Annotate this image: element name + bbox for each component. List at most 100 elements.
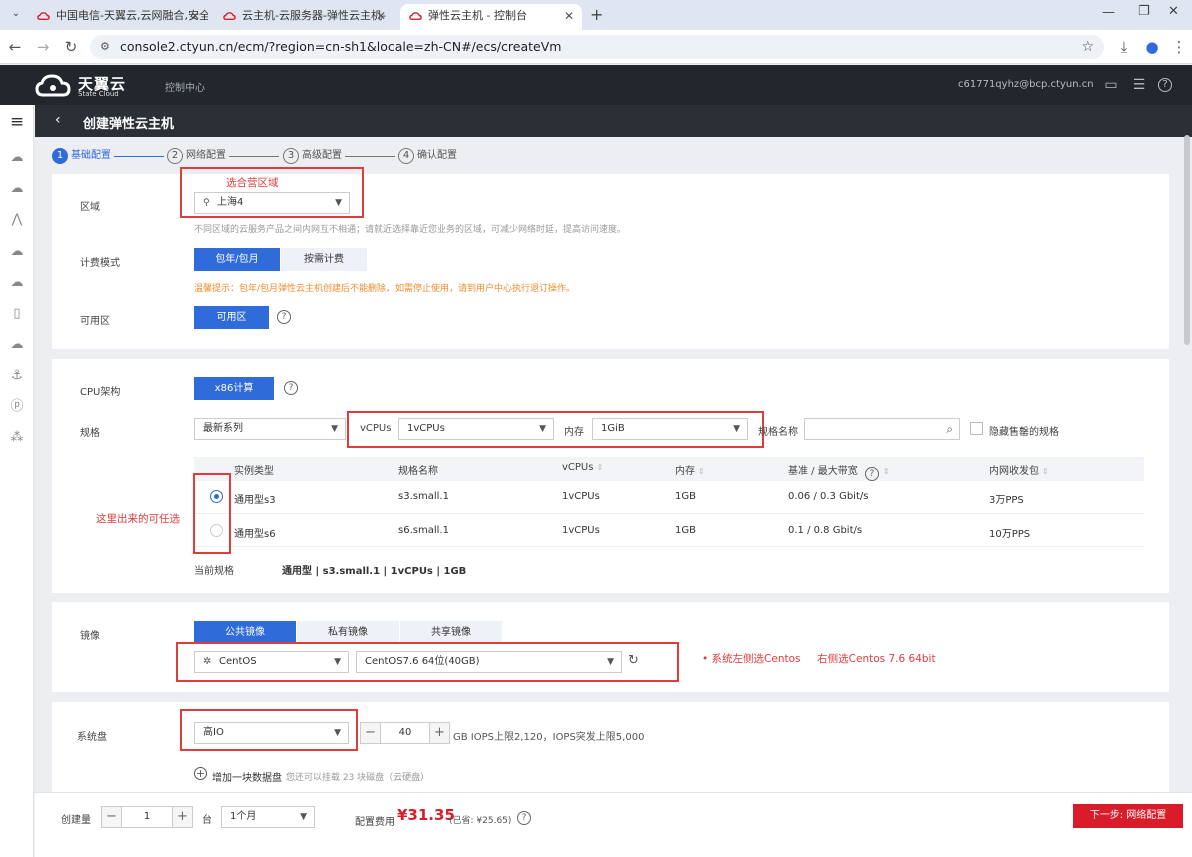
ctyun-logo-icon[interactable] (35, 73, 75, 99)
forward-arrow-icon[interactable]: → (32, 36, 54, 58)
cloud-icon[interactable]: ☁ (8, 243, 26, 261)
close-tab-icon[interactable]: ✕ (376, 4, 386, 28)
step-connector (229, 156, 279, 157)
menu-dots-icon[interactable]: ⋮ (1168, 36, 1190, 58)
browser-address-bar: ← → ↻ ⚙ console2.ctyun.cn/ecm/?region=cn… (0, 30, 1192, 64)
add-data-disk-link[interactable]: 增加一块数据盘 (212, 769, 282, 784)
cloud-server-icon[interactable]: ☁ (8, 149, 26, 167)
url-text: console2.ctyun.cn/ecm/?region=cn-sh1&loc… (120, 39, 562, 54)
spec-name-input[interactable]: ⌕ (804, 418, 960, 440)
billing-ondemand-button[interactable]: 按需计费 (281, 248, 367, 271)
left-nav-rail: ≡ ☁ ☁ ⋀ ☁ ☁ ▯ ☁ ⚓ ⓟ ⁂ (0, 105, 34, 857)
series-select[interactable]: 最新系列 ▼ (194, 418, 346, 440)
search-icon[interactable]: ⌕ (946, 419, 953, 439)
disk-size-stepper[interactable]: − 40 + (360, 722, 450, 744)
restore-icon[interactable]: ❐ (1138, 4, 1150, 19)
back-arrow-icon[interactable]: ← (4, 36, 26, 58)
col-memory-label: 内存 (675, 466, 695, 477)
col-pps: 内网收发包 ⇕ (989, 462, 1049, 477)
cell-vcpus: 1vCPUs (562, 525, 600, 536)
col-vcpus: vCPUs ⇕ (562, 462, 603, 473)
system-disk-label: 系统盘 (77, 732, 107, 743)
col-instance-type: 实例类型 (234, 466, 274, 477)
help-circle-icon[interactable]: ? (277, 310, 291, 324)
quantity-value[interactable]: 1 (122, 807, 172, 827)
browser-tab-3[interactable]: 弹性云主机 - 控制台 ✕ (400, 4, 582, 30)
step-advanced: 3 高级配置 (283, 147, 342, 165)
hide-soldout-checkbox[interactable] (970, 422, 983, 435)
mountain-icon[interactable]: ⋀ (8, 211, 26, 229)
annotation-radios: 这里出来的可任选 (96, 513, 180, 525)
user-email[interactable]: c61771qyhz@bcp.ctyun.cn (958, 79, 1094, 90)
bookmark-star-icon[interactable]: ☆ (1081, 35, 1094, 59)
step-network: 2 网络配置 (167, 147, 226, 165)
new-tab-icon[interactable]: + (590, 5, 603, 24)
annotation-box-disk (180, 709, 358, 751)
back-chevron-icon[interactable]: ‹ (55, 112, 61, 128)
add-data-disk-hint: 您还可以挂载 23 块磁盘（云硬盘） (286, 773, 430, 783)
close-tab-icon[interactable]: ✕ (564, 4, 574, 28)
help-circle-icon[interactable]: ? (284, 381, 298, 395)
x86-button[interactable]: x86计算 (194, 377, 274, 400)
anchor-icon[interactable]: ⚓ (8, 367, 26, 385)
plus-icon[interactable]: + (172, 807, 192, 827)
minus-icon[interactable]: − (361, 723, 381, 743)
cloud-storage-icon[interactable]: ☁ (8, 180, 26, 198)
cloud-upload-icon[interactable]: ☁ (8, 274, 26, 292)
hamburger-menu-icon[interactable]: ≡ (8, 113, 26, 131)
sort-icon[interactable]: ⇕ (596, 463, 603, 472)
message-icon[interactable]: ▭ (1102, 76, 1120, 94)
close-window-icon[interactable]: ✕ (1168, 4, 1179, 19)
console-link[interactable]: 控制中心 (165, 79, 205, 94)
price-label: 配置费用 (355, 817, 395, 828)
next-step-button[interactable]: 下一步: 网络配置 (1073, 804, 1183, 828)
minimize-icon[interactable]: — (1102, 5, 1115, 20)
quantity-label: 创建量 (61, 815, 91, 826)
disk-size-value[interactable]: 40 (381, 723, 429, 743)
unit-label: 台 (202, 815, 212, 826)
billing-prepaid-button[interactable]: 包年/包月 (194, 248, 280, 271)
minus-icon[interactable]: − (102, 807, 122, 827)
download-icon[interactable]: ⤓ (1113, 36, 1135, 58)
page-title-bar: ‹ 创建弹性云主机 (35, 105, 1192, 137)
tab-list-chevron-icon[interactable]: ⌄ (8, 6, 24, 22)
profile-avatar-icon[interactable]: ● (1141, 36, 1163, 58)
help-circle-icon[interactable]: ? (517, 811, 531, 825)
annotation-image: • 系统左侧选Centos 右侧选Centos 7.6 64bit (702, 653, 936, 665)
cloud-sync-icon[interactable]: ☁ (8, 336, 26, 354)
settings-sliders-icon[interactable]: ☰ (1130, 76, 1148, 94)
tab-shared-image[interactable]: 共享镜像 (400, 621, 502, 644)
tab-public-image[interactable]: 公共镜像 (194, 621, 296, 644)
reload-icon[interactable]: ↻ (60, 36, 82, 58)
p-circle-icon[interactable]: ⓟ (8, 398, 26, 416)
page-scrollbar[interactable] (1184, 135, 1190, 345)
browser-tab-1[interactable]: 中国电信-天翼云,云网融合,安全 ✕ (28, 4, 208, 30)
duration-select[interactable]: 1个月 ▼ (221, 806, 315, 828)
sort-icon[interactable]: ⇕ (883, 467, 890, 476)
cell-type: 通用型s3 (234, 495, 276, 506)
price-value: ¥31.35 (397, 806, 455, 824)
cluster-icon[interactable]: ⁂ (8, 429, 26, 447)
browser-tab-2[interactable]: 云主机-云服务器-弹性云主机- ✕ (214, 4, 394, 30)
step-number: 1 (52, 148, 68, 164)
cloud-favicon-icon (223, 12, 236, 20)
plus-icon[interactable]: + (429, 723, 449, 743)
billing-label: 计费模式 (80, 258, 120, 269)
quantity-stepper[interactable]: − 1 + (101, 806, 193, 828)
close-tab-icon[interactable]: ✕ (190, 4, 200, 28)
annotation-box-radios (193, 473, 231, 554)
url-field[interactable]: ⚙ console2.ctyun.cn/ecm/?region=cn-sh1&l… (90, 35, 1104, 59)
help-circle-icon[interactable]: ? (864, 467, 879, 481)
help-icon[interactable]: ? (1158, 78, 1172, 92)
document-icon[interactable]: ▯ (8, 305, 26, 323)
cell-type: 通用型s6 (234, 529, 276, 540)
site-settings-icon[interactable]: ⚙ (100, 35, 110, 59)
sort-icon[interactable]: ⇕ (698, 467, 705, 476)
sort-icon[interactable]: ⇕ (1042, 467, 1049, 476)
tab-private-image[interactable]: 私有镜像 (297, 621, 399, 644)
zone-button[interactable]: 可用区 (194, 306, 269, 329)
zone-label: 可用区 (80, 316, 110, 327)
step-basic: 1 基础配置 (52, 147, 111, 165)
add-circle-icon[interactable]: + (194, 767, 207, 780)
region-hint: 不同区域的云服务产品之间内网互不相通；请就近选择靠近您业务的区域，可减少网络时延… (194, 225, 627, 235)
